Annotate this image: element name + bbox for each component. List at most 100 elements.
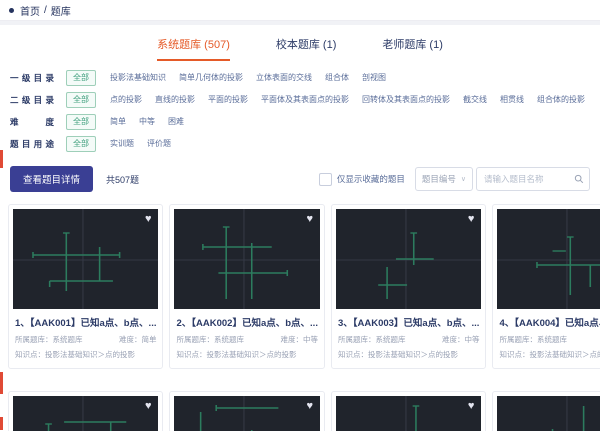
question-thumbnail: ♥ bbox=[497, 209, 600, 309]
breadcrumb-current: 题库 bbox=[50, 6, 71, 18]
figure-drawing bbox=[552, 396, 585, 431]
tab-school[interactable]: 校本题库 (1) bbox=[276, 36, 337, 61]
question-title: 3、【AAK003】已知a点、b点、... bbox=[337, 318, 480, 329]
question-difficulty: 难度：简单 bbox=[118, 335, 157, 344]
figure-drawing bbox=[174, 209, 320, 309]
filter-option[interactable]: 相贯线 bbox=[500, 94, 524, 106]
question-card[interactable]: ♥ 3、【AAK003】已知a点、b点、... 所属题库：系统题库 难度：中等知识点：… bbox=[330, 204, 487, 369]
question-thumbnail: ♥ bbox=[497, 396, 600, 431]
filter-option[interactable]: 困难 bbox=[168, 116, 184, 128]
question-card[interactable]: ♥ bbox=[8, 391, 164, 431]
question-knowledge: 知识点：投影法基础知识＞点的投影 bbox=[337, 350, 458, 359]
toolbar-right: 仅显示收藏的题目 题目编号 ∨ bbox=[318, 167, 590, 191]
question-thumbnail: ♥ bbox=[335, 396, 482, 431]
filter-label-difficulty: 难度 bbox=[10, 117, 54, 127]
filter-option[interactable]: 评价题 bbox=[147, 138, 171, 150]
question-thumbnail: ♥ bbox=[13, 209, 159, 309]
filter-option[interactable]: 简单几何体的投影 bbox=[179, 72, 243, 84]
favorite-heart-icon[interactable]: ♥ bbox=[145, 214, 152, 225]
question-library: 所属题库：系统题库 bbox=[337, 335, 406, 344]
filter-option[interactable]: 投影法基础知识 bbox=[110, 72, 166, 84]
question-meta: 所属题库：系统题库难度：中等 bbox=[174, 334, 319, 345]
filter-option[interactable]: 立体表面的交线 bbox=[256, 72, 312, 84]
favorite-heart-icon[interactable]: ♥ bbox=[468, 214, 475, 225]
left-edge-artifact bbox=[0, 150, 3, 168]
filter-row-usage: 题目用途 全部 实训题 评价题 bbox=[10, 136, 590, 152]
filter-option[interactable]: 组合体 bbox=[325, 72, 349, 84]
question-card[interactable]: ♥ 1、【AAK001】已知a点、b点、... 所属题库：系统题库 难度：简单知识点：… bbox=[8, 204, 164, 369]
filter-option[interactable]: 简单 bbox=[110, 116, 126, 128]
favorite-heart-icon[interactable]: ♥ bbox=[468, 401, 475, 412]
tab-system[interactable]: 系统题库 (507) bbox=[157, 36, 230, 61]
filter-option[interactable]: 点的投影 bbox=[110, 94, 142, 106]
question-difficulty: 难度：中等 bbox=[441, 335, 480, 344]
filter-label-usage: 题目用途 bbox=[10, 139, 54, 149]
filter-all-usage[interactable]: 全部 bbox=[66, 136, 96, 152]
chevron-down-icon: ∨ bbox=[460, 176, 466, 183]
search-icon[interactable] bbox=[574, 174, 584, 184]
question-card[interactable]: ♥ 2、【AAK002】已知a点、b点、... 所属题库：系统题库 难度：中等 知识点：… bbox=[169, 204, 325, 369]
question-library: 所属题库：系统题库 bbox=[499, 335, 567, 344]
figure-drawing bbox=[497, 209, 600, 309]
question-knowledge: 知识点：投影法基础知识＞点的投影 bbox=[15, 350, 135, 359]
favorites-only-label[interactable]: 仅显示收藏的题目 bbox=[337, 173, 405, 185]
filter-options-difficulty: 简单 中等 困难 bbox=[110, 116, 184, 128]
filter-label-level1: 一级目录 bbox=[10, 73, 54, 83]
question-title: 1、【AAK001】已知a点、b点、... bbox=[15, 318, 157, 329]
filter-options-usage: 实训题 评价题 bbox=[110, 138, 171, 150]
figure-drawing bbox=[45, 396, 127, 431]
question-card[interactable]: ♥ bbox=[492, 391, 600, 431]
filter-options-level1: 投影法基础知识 简单几何体的投影 立体表面的交线 组合体 剖视图 bbox=[110, 72, 386, 84]
filter-all-level2[interactable]: 全部 bbox=[66, 92, 96, 108]
filter-option[interactable]: 剖视图 bbox=[362, 72, 386, 84]
total-count-label: 共507题 bbox=[106, 174, 140, 185]
view-question-detail-button[interactable]: 查看题目详情 bbox=[10, 166, 94, 192]
question-meta: 所属题库：系统题库难度：中等 bbox=[497, 334, 600, 345]
tab-teacher[interactable]: 老师题库 (1) bbox=[382, 36, 443, 61]
filter-row-level2: 二级目录 全部 点的投影 直线的投影 平面的投影 平面体及其表面点的投影 回转体及其表面点的… bbox=[10, 92, 590, 108]
filter-option[interactable]: 回转体及其表面点的投影 bbox=[362, 94, 450, 106]
breadcrumb-dot-icon bbox=[9, 7, 14, 13]
filter-option[interactable]: 中等 bbox=[139, 116, 155, 128]
question-meta: 所属题库：系统题库 难度：简单 bbox=[13, 334, 158, 345]
main-panel: 系统题库 (507) 校本题库 (1) 老师题库 (1) 一级目录 全部 投影法基础知识… bbox=[0, 25, 600, 431]
question-meta: 所属题库：系统题库 难度：中等 bbox=[336, 334, 481, 345]
filter-option[interactable]: 截交线 bbox=[463, 94, 487, 106]
filter-options-level2: 点的投影 直线的投影 平面的投影 平面体及其表面点的投影 回转体及其表面点的投影 截交线 相… bbox=[110, 94, 590, 106]
favorite-heart-icon[interactable]: ♥ bbox=[306, 214, 313, 225]
filter-option[interactable]: 直线的投影 bbox=[155, 94, 195, 106]
figure-drawing bbox=[335, 209, 482, 309]
figure-drawing bbox=[405, 396, 420, 431]
toolbar: 查看题目详情 共507题 仅显示收藏的题目 题目编号 ∨ bbox=[10, 166, 590, 192]
question-library: 所属题库：系统题库 bbox=[15, 335, 83, 344]
filter-option[interactable]: 平面体及其表面点的投影 bbox=[261, 94, 349, 106]
search-box bbox=[476, 167, 590, 191]
favorite-heart-icon[interactable]: ♥ bbox=[306, 401, 313, 412]
question-card[interactable]: ♥ 4、【AAK004】已知a点、b点、... 所属题库：系统题库难度：中等知识点：… bbox=[492, 204, 600, 369]
breadcrumb-home[interactable]: 首页 bbox=[20, 3, 40, 18]
breadcrumb-separator: / bbox=[44, 4, 47, 16]
left-edge-artifact bbox=[0, 372, 3, 394]
favorites-only-checkbox[interactable] bbox=[318, 172, 332, 186]
favorite-heart-icon[interactable]: ♥ bbox=[145, 401, 152, 412]
filter-option[interactable]: 组合体的投影 bbox=[537, 94, 585, 106]
question-number-select-value: 题目编号 bbox=[421, 174, 456, 184]
filter-option[interactable]: 实训题 bbox=[110, 138, 134, 150]
question-knowledge: 知识点：投影法基础知识＞点的投影 bbox=[499, 350, 600, 359]
filter-row-difficulty: 难度 全部 简单 中等 困难 bbox=[10, 114, 590, 130]
filter-all-difficulty[interactable]: 全部 bbox=[66, 114, 96, 130]
filter-option[interactable]: 平面的投影 bbox=[208, 94, 248, 106]
question-title: 4、【AAK004】已知a点、b点、... bbox=[499, 318, 600, 329]
filter-all-level1[interactable]: 全部 bbox=[66, 70, 96, 86]
tab-bar: 系统题库 (507) 校本题库 (1) 老师题库 (1) bbox=[0, 25, 600, 61]
question-thumbnail: ♥ bbox=[174, 209, 320, 309]
filter-label-level2: 二级目录 bbox=[10, 95, 54, 105]
figure-drawing bbox=[200, 396, 279, 431]
question-number-select[interactable]: 题目编号 ∨ bbox=[414, 167, 473, 191]
card-grid: ♥ 1、【AAK001】已知a点、b点、... 所属题库：系统题库 难度：简单知识点：… bbox=[8, 204, 600, 431]
question-card[interactable]: ♥ bbox=[169, 391, 325, 431]
search-input[interactable] bbox=[482, 173, 574, 185]
question-card[interactable]: ♥ bbox=[330, 391, 487, 431]
question-difficulty: 难度：中等 bbox=[280, 335, 318, 344]
question-thumbnail: ♥ bbox=[335, 209, 482, 309]
